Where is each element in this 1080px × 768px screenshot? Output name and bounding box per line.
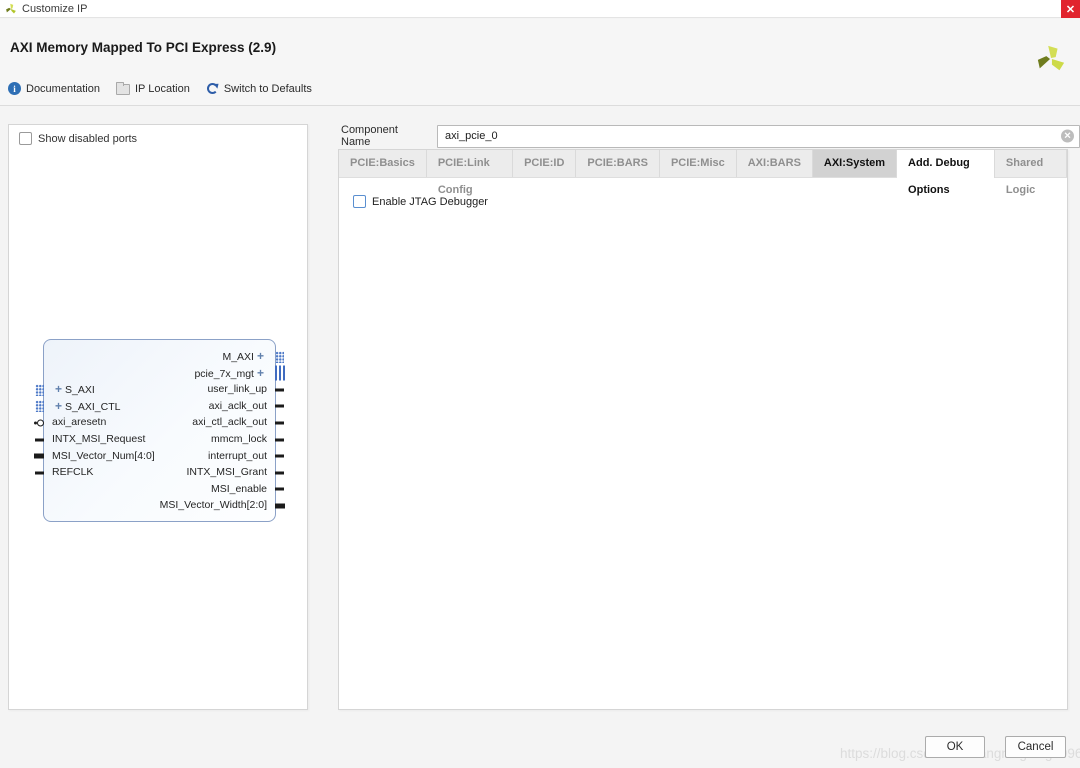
enable-jtag-checkbox[interactable] (353, 195, 366, 208)
port-interrupt-out[interactable]: interrupt_out (208, 448, 275, 465)
ip-location-label: IP Location (135, 83, 190, 95)
refresh-icon (206, 82, 219, 95)
dash-port-marker-icon (275, 405, 284, 408)
circle-port-marker-icon (37, 419, 44, 426)
folder-icon (116, 84, 130, 95)
port-label: interrupt_out (208, 450, 267, 462)
tab-pcie-link-config[interactable]: PCIE:Link Config (427, 150, 513, 177)
bus-dotted-port-marker-icon (275, 351, 284, 363)
component-name-input[interactable]: axi_pcie_0 ✕ (437, 125, 1080, 148)
port-label: M_AXI (222, 351, 254, 363)
bus-dotted-port-marker-icon (35, 400, 44, 412)
port-intx-msi-grant[interactable]: INTX_MSI_Grant (186, 464, 275, 481)
port-msi-vector-width-2-0-[interactable]: MSI_Vector_Width[2:0] (160, 497, 275, 514)
dash-port-marker-icon (35, 471, 44, 474)
expand-plus-icon[interactable]: + (254, 366, 267, 380)
show-disabled-ports-label: Show disabled ports (38, 133, 137, 145)
dash-port-marker-icon (275, 421, 284, 424)
bus-dotted-port-marker-icon (35, 384, 44, 396)
dialog-header: AXI Memory Mapped To PCI Express (2.9) i… (0, 19, 1080, 106)
tab-shared-logic[interactable]: Shared Logic (995, 150, 1067, 177)
show-disabled-ports-checkbox[interactable] (19, 132, 32, 145)
window-title: Customize IP (22, 3, 87, 15)
port-intx-msi-request[interactable]: INTX_MSI_Request (44, 431, 145, 448)
port-msi-enable[interactable]: MSI_enable (211, 481, 275, 498)
switch-to-defaults-label: Switch to Defaults (224, 83, 312, 95)
app-logo-icon (5, 3, 17, 15)
dash-port-marker-icon (275, 455, 284, 458)
switch-to-defaults-button[interactable]: Switch to Defaults (206, 82, 312, 95)
component-name-row: Component Name axi_pcie_0 ✕ (341, 124, 1080, 148)
port-label: INTX_MSI_Grant (186, 466, 267, 478)
port-label: INTX_MSI_Request (52, 433, 145, 445)
port-label: S_AXI (65, 384, 95, 396)
port-mmcm-lock[interactable]: mmcm_lock (211, 431, 275, 448)
port-label: S_AXI_CTL (65, 401, 120, 413)
port-axi-ctl-aclk-out[interactable]: axi_ctl_aclk_out (192, 414, 275, 431)
port-axi-aresetn[interactable]: axi_aresetn (44, 414, 106, 431)
port-label: MSI_enable (211, 483, 267, 495)
port-label: MSI_Vector_Num[4:0] (52, 450, 155, 462)
configuration-panel: PCIE:BasicsPCIE:Link ConfigPCIE:IDPCIE:B… (338, 149, 1068, 710)
port-pcie-7x-mgt[interactable]: pcie_7x_mgt+ (194, 365, 275, 382)
tab-pcie-misc[interactable]: PCIE:Misc (660, 150, 737, 177)
tab-add-debug-options[interactable]: Add. Debug Options (897, 150, 995, 178)
port-s-axi[interactable]: +S_AXI (44, 381, 95, 398)
tab-bar: PCIE:BasicsPCIE:Link ConfigPCIE:IDPCIE:B… (339, 150, 1067, 178)
dash-port-marker-icon (275, 471, 284, 474)
bus-dash-port-marker-icon (275, 503, 285, 508)
port-label: axi_aclk_out (209, 400, 267, 412)
port-axi-aclk-out[interactable]: axi_aclk_out (209, 398, 275, 415)
cancel-button[interactable]: Cancel (1005, 736, 1066, 758)
tab-axi-system[interactable]: AXI:System (813, 150, 897, 177)
tab-axi-bars[interactable]: AXI:BARS (737, 150, 813, 177)
port-user-link-up[interactable]: user_link_up (207, 381, 275, 398)
port-label: REFCLK (52, 466, 93, 478)
expand-plus-icon[interactable]: + (254, 349, 267, 363)
dash-port-marker-icon (275, 438, 284, 441)
show-disabled-ports-row: Show disabled ports (19, 132, 137, 145)
documentation-button[interactable]: i Documentation (8, 82, 100, 95)
block-preview-panel: Show disabled ports +S_AXI+S_AXI_CTLaxi_… (8, 124, 308, 710)
port-refclk[interactable]: REFCLK (44, 464, 93, 481)
ok-button[interactable]: OK (925, 736, 985, 758)
toolbar: i Documentation IP Location Switch to De… (8, 82, 312, 95)
dash-port-marker-icon (275, 388, 284, 391)
tab-pcie-id[interactable]: PCIE:ID (513, 150, 576, 177)
component-name-label: Component Name (341, 124, 430, 148)
dash-port-marker-icon (35, 438, 44, 441)
ip-location-button[interactable]: IP Location (116, 82, 190, 95)
bus-dash-port-marker-icon (34, 454, 44, 459)
page-title: AXI Memory Mapped To PCI Express (2.9) (10, 40, 276, 55)
close-button[interactable]: ✕ (1061, 0, 1080, 18)
expand-plus-icon[interactable]: + (52, 399, 65, 413)
info-icon: i (8, 82, 21, 95)
title-bar: Customize IP ✕ (0, 0, 1080, 18)
component-name-value: axi_pcie_0 (445, 130, 498, 142)
port-label: user_link_up (207, 383, 267, 395)
documentation-label: Documentation (26, 83, 100, 95)
clear-icon[interactable]: ✕ (1061, 130, 1074, 143)
tab-pcie-bars[interactable]: PCIE:BARS (576, 150, 660, 177)
port-m-axi[interactable]: M_AXI+ (222, 348, 275, 365)
bus-striped-port-marker-icon (275, 366, 286, 381)
port-label: axi_aresetn (52, 416, 106, 428)
xilinx-logo (1036, 43, 1066, 73)
port-label: MSI_Vector_Width[2:0] (160, 499, 267, 511)
port-label: mmcm_lock (211, 433, 267, 445)
expand-plus-icon[interactable]: + (52, 382, 65, 396)
port-s-axi-ctl[interactable]: +S_AXI_CTL (44, 398, 120, 415)
port-msi-vector-num-4-0-[interactable]: MSI_Vector_Num[4:0] (44, 448, 155, 465)
dash-port-marker-icon (275, 488, 284, 491)
tab-pcie-basics[interactable]: PCIE:Basics (339, 150, 427, 177)
port-label: pcie_7x_mgt (194, 368, 254, 380)
port-label: axi_ctl_aclk_out (192, 416, 267, 428)
ip-block-diagram[interactable]: +S_AXI+S_AXI_CTLaxi_aresetnINTX_MSI_Requ… (43, 339, 276, 522)
